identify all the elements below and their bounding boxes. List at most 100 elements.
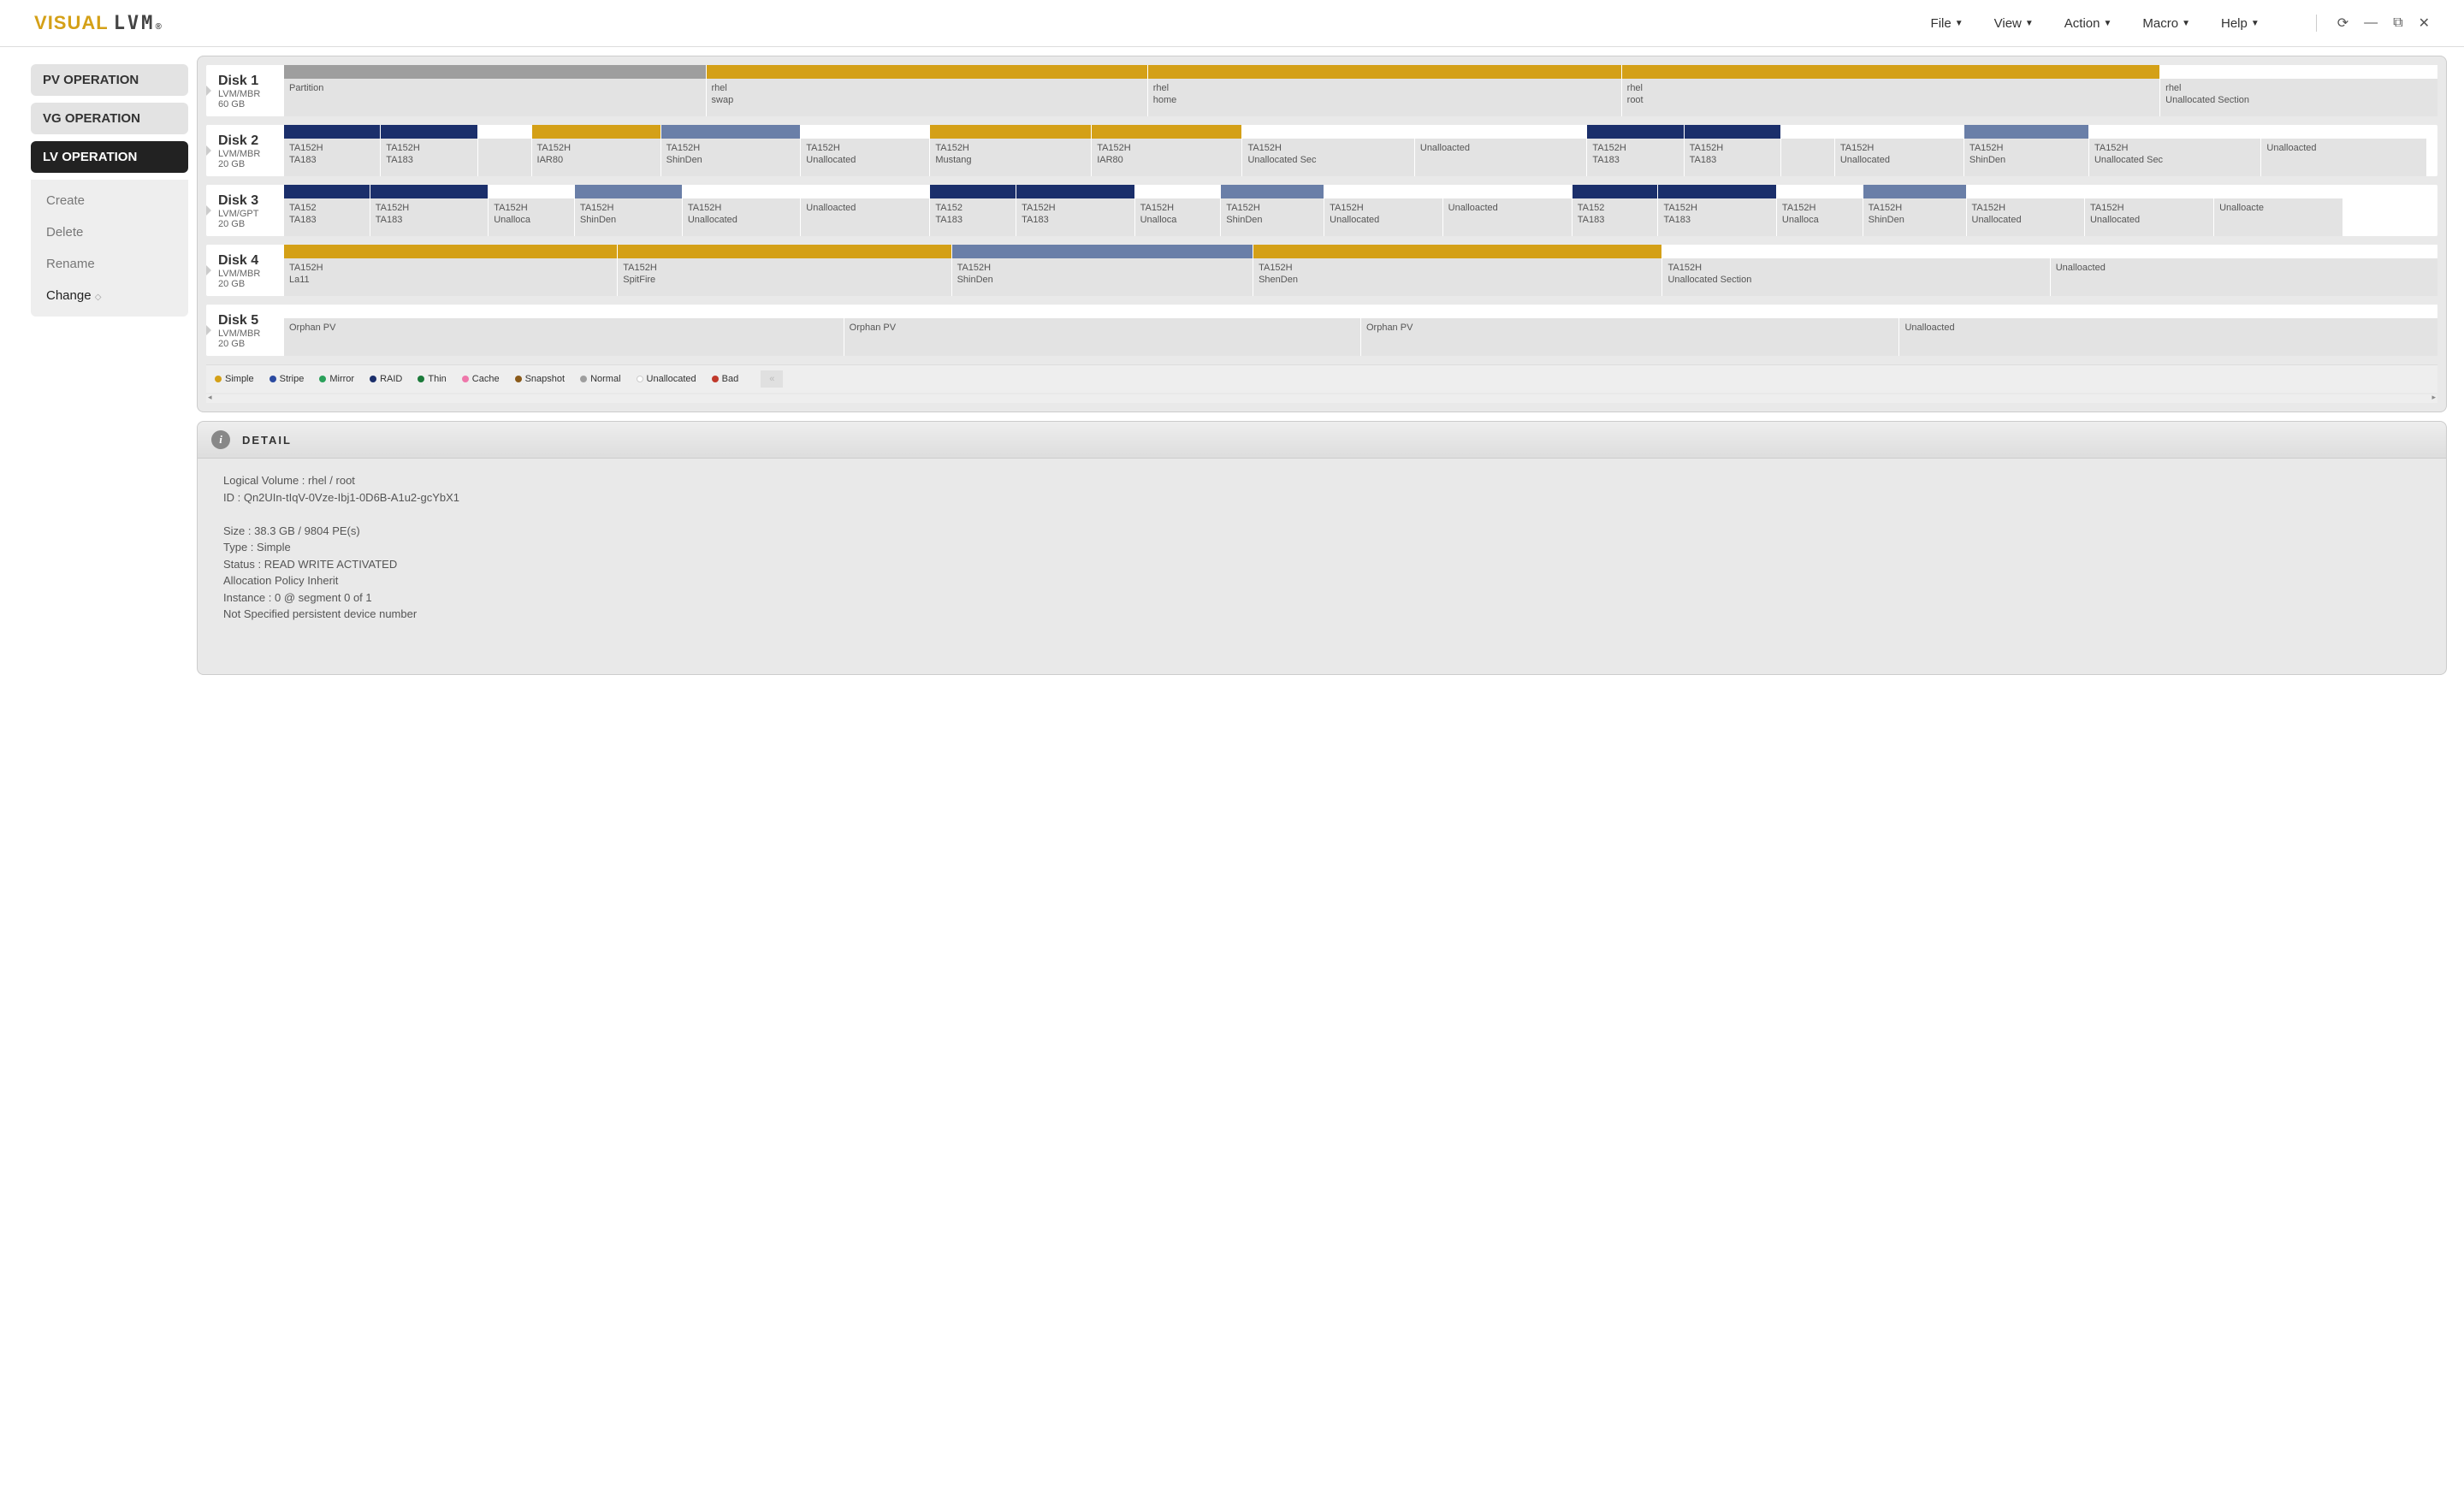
segment-bar[interactable]	[844, 305, 1360, 318]
segment-bar[interactable]	[2213, 185, 2343, 198]
segment-bar[interactable]	[1253, 245, 1661, 258]
refresh-icon[interactable]: ⟳	[2337, 15, 2348, 32]
segment-label[interactable]: TA152HShinDen	[1964, 139, 2088, 176]
segment-bar[interactable]	[531, 125, 660, 139]
segment-label[interactable]: Unalloacted	[1898, 318, 2437, 356]
segment-bar[interactable]	[682, 185, 800, 198]
segment-bar[interactable]	[1657, 185, 1775, 198]
segment-bar[interactable]	[800, 185, 929, 198]
segment-label[interactable]: Orphan PV	[283, 318, 844, 356]
segment-bar[interactable]	[488, 185, 574, 198]
lv-operation-button[interactable]: LV OPERATION	[31, 141, 188, 173]
segment-label[interactable]: rhelUnallocated Section	[2159, 79, 2437, 116]
segment-label[interactable]: TA152HUnalloca	[1134, 198, 1221, 236]
segment-label[interactable]: TA152HUnallocated	[1324, 198, 1442, 236]
menu-help[interactable]: Help▼	[2221, 16, 2260, 31]
segment-label[interactable]: TA152TA183	[1572, 198, 1658, 236]
segment-label[interactable]: TA152HTA183	[283, 139, 380, 176]
segment-bar[interactable]	[370, 185, 488, 198]
segment-bar[interactable]	[1134, 185, 1221, 198]
menu-file[interactable]: File▼	[1931, 16, 1964, 31]
segment-bar[interactable]	[1586, 125, 1683, 139]
segment-bar[interactable]	[1834, 125, 1964, 139]
segment-label[interactable]	[1780, 139, 1834, 176]
segment-label[interactable]: TA152HShinDen	[951, 258, 1253, 296]
segment-bar[interactable]	[283, 65, 706, 79]
segment-label[interactable]: TA152HSpitFire	[617, 258, 951, 296]
segment-bar[interactable]	[1661, 245, 2049, 258]
segment-bar[interactable]	[2260, 125, 2426, 139]
segment-label[interactable]: TA152HLa11	[283, 258, 617, 296]
segment-label[interactable]: TA152HTA183	[1016, 198, 1134, 236]
segment-label[interactable]: TA152HUnallocated	[800, 139, 929, 176]
segment-bar[interactable]	[1220, 185, 1324, 198]
segment-label[interactable]	[477, 139, 531, 176]
minimize-icon[interactable]: —	[2364, 15, 2378, 31]
segment-bar[interactable]	[951, 245, 1253, 258]
segment-bar[interactable]	[1863, 185, 1966, 198]
segment-label[interactable]: TA152HUnallocated Section	[1661, 258, 2049, 296]
segment-bar[interactable]	[2084, 185, 2213, 198]
segment-bar[interactable]	[2159, 65, 2437, 79]
segment-label[interactable]: rhelroot	[1621, 79, 2160, 116]
segment-label[interactable]: TA152HUnallocated Sec	[2088, 139, 2260, 176]
menu-action[interactable]: Action▼	[2064, 16, 2112, 31]
segment-label[interactable]: Unalloacted	[800, 198, 929, 236]
sidebar-item-change[interactable]: Change ◇	[31, 280, 188, 311]
segment-bar[interactable]	[929, 125, 1091, 139]
segment-label[interactable]: rhelhome	[1147, 79, 1621, 116]
segment-bar[interactable]	[1091, 125, 1241, 139]
maximize-icon[interactable]: ⧉	[2393, 15, 2402, 31]
segment-bar[interactable]	[2088, 125, 2260, 139]
menu-macro[interactable]: Macro▼	[2142, 16, 2190, 31]
close-icon[interactable]: ✕	[2419, 15, 2430, 32]
segment-bar[interactable]	[2050, 245, 2437, 258]
segment-bar[interactable]	[1360, 305, 1899, 318]
horizontal-scrollbar[interactable]	[206, 394, 2437, 403]
segment-bar[interactable]	[1016, 185, 1134, 198]
segment-label[interactable]: TA152HShinDen	[1220, 198, 1324, 236]
segment-label[interactable]: Unalloacted	[1442, 198, 1572, 236]
segment-bar[interactable]	[574, 185, 682, 198]
legend-collapse-icon[interactable]: «	[761, 370, 783, 388]
segment-bar[interactable]	[1442, 185, 1572, 198]
segment-label[interactable]: Unalloacte	[2213, 198, 2343, 236]
segment-bar[interactable]	[1241, 125, 1413, 139]
segment-bar[interactable]	[617, 245, 951, 258]
segment-label[interactable]: TA152HShinDen	[1863, 198, 1966, 236]
segment-bar[interactable]	[800, 125, 929, 139]
segment-label[interactable]: TA152HUnallocated	[1834, 139, 1964, 176]
segment-label[interactable]: TA152HShinDen	[660, 139, 801, 176]
segment-label[interactable]: TA152HMustang	[929, 139, 1091, 176]
segment-bar[interactable]	[380, 125, 477, 139]
segment-bar[interactable]	[283, 125, 380, 139]
segment-label[interactable]: TA152HTA183	[370, 198, 488, 236]
segment-label[interactable]: TA152HTA183	[1586, 139, 1683, 176]
segment-bar[interactable]	[283, 305, 844, 318]
segment-label[interactable]: TA152HUnalloca	[1776, 198, 1863, 236]
segment-label[interactable]: TA152HTA183	[1657, 198, 1775, 236]
segment-bar[interactable]	[283, 185, 370, 198]
segment-label[interactable]: TA152HShenDen	[1253, 258, 1661, 296]
sidebar-item-rename[interactable]: Rename	[31, 248, 188, 280]
segment-label[interactable]: Unalloacted	[2050, 258, 2437, 296]
segment-label[interactable]: Unalloacted	[1414, 139, 1586, 176]
segment-label[interactable]: TA152HUnallocated	[1966, 198, 2084, 236]
segment-label[interactable]: TA152HShinDen	[574, 198, 682, 236]
segment-label[interactable]: TA152HIAR80	[531, 139, 660, 176]
segment-label[interactable]: TA152TA183	[283, 198, 370, 236]
vg-operation-button[interactable]: VG OPERATION	[31, 103, 188, 134]
segment-bar[interactable]	[1324, 185, 1442, 198]
pv-operation-button[interactable]: PV OPERATION	[31, 64, 188, 96]
segment-bar[interactable]	[929, 185, 1016, 198]
segment-bar[interactable]	[1964, 125, 2088, 139]
segment-bar[interactable]	[1147, 65, 1621, 79]
segment-bar[interactable]	[477, 125, 531, 139]
segment-bar[interactable]	[1684, 125, 1780, 139]
segment-label[interactable]: TA152HUnalloca	[488, 198, 574, 236]
segment-bar[interactable]	[1776, 185, 1863, 198]
sidebar-item-delete[interactable]: Delete	[31, 216, 188, 248]
segment-bar[interactable]	[283, 245, 617, 258]
segment-label[interactable]: Unalloacted	[2260, 139, 2426, 176]
segment-bar[interactable]	[1621, 65, 2160, 79]
